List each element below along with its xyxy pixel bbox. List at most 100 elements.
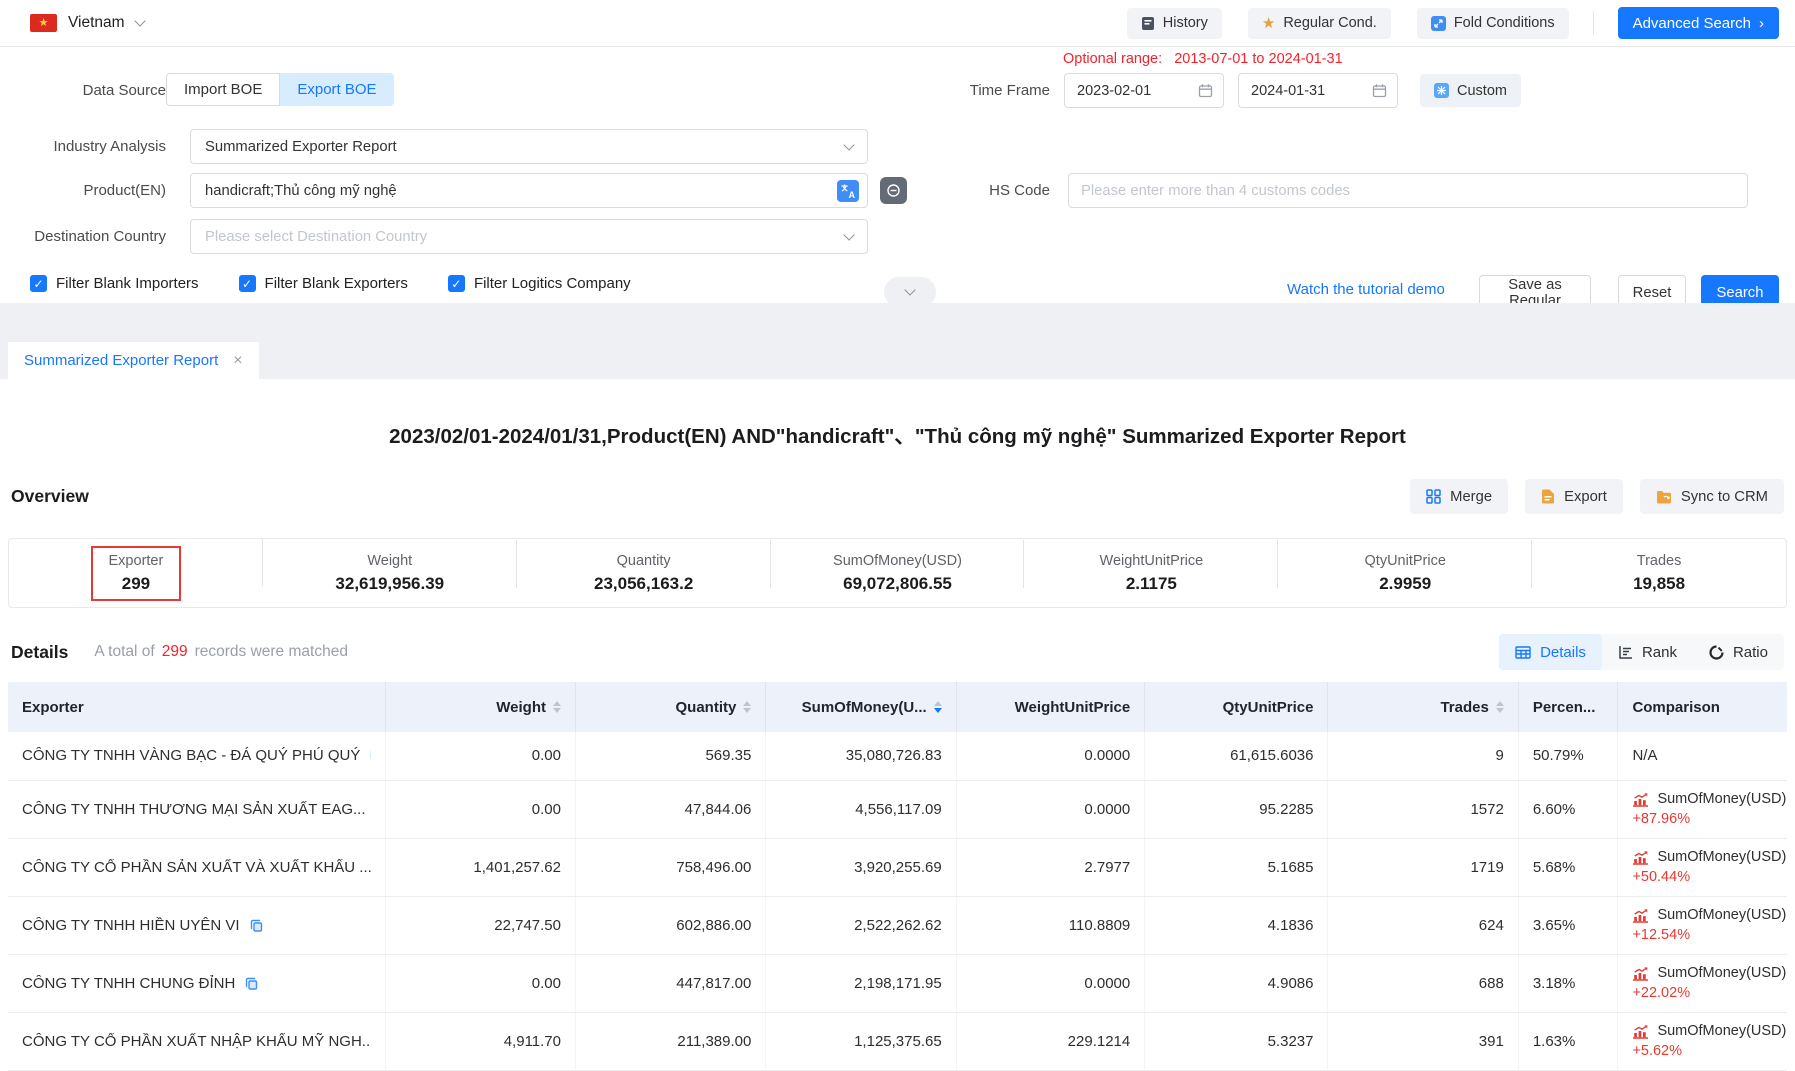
overview-heading: Overview: [11, 486, 89, 507]
date-from-input[interactable]: 2023-02-01: [1064, 73, 1224, 108]
close-icon[interactable]: ×: [233, 353, 242, 369]
checkbox-checked-icon[interactable]: ✓: [30, 275, 47, 292]
view-tab-details[interactable]: Details: [1499, 634, 1602, 670]
industry-analysis-select[interactable]: Summarized Exporter Report: [190, 129, 868, 164]
cell-weight-unit-price: 0.0000: [956, 732, 1145, 780]
topbar: ★ Vietnam History ★ Regular Cond. Fold C…: [0, 0, 1795, 47]
filter-checkbox[interactable]: ✓Filter Logitics Company: [448, 275, 631, 292]
ratio-view-icon: [1709, 645, 1724, 660]
sync-folder-icon: [1656, 490, 1672, 504]
exporter-name: CÔNG TY CỔ PHẦN SẢN XUẤT VÀ XUẤT KHẨU ..…: [22, 859, 371, 876]
column-header-quantity[interactable]: Quantity: [576, 682, 766, 732]
overview-stat: Exporter299: [9, 546, 263, 601]
optional-range-text: Optional range: 2013-07-01 to 2024-01-31: [1063, 51, 1343, 67]
cell-comparison: N/A: [1618, 732, 1787, 780]
filter-checkbox[interactable]: ✓Filter Blank Importers: [30, 275, 199, 292]
country-picker[interactable]: ★ Vietnam: [30, 14, 144, 32]
view-tab-ratio[interactable]: Ratio: [1693, 634, 1784, 670]
column-header-weight[interactable]: Weight: [385, 682, 575, 732]
regular-cond-button[interactable]: ★ Regular Cond.: [1248, 8, 1391, 39]
chevron-down-icon: [904, 284, 915, 295]
copy-icon[interactable]: [249, 918, 264, 933]
cell-comparison: SumOfMoney(USD)+5.62%: [1618, 1012, 1787, 1070]
export-boe-option[interactable]: Export BOE: [280, 73, 393, 106]
exporter-name: CÔNG TY TNHH VÀNG BẠC - ĐÁ QUÝ PHÚ QUÝ: [22, 747, 360, 764]
stat-value: 2.9959: [1365, 574, 1446, 594]
copy-icon[interactable]: [244, 976, 259, 991]
chevron-down-icon: [843, 139, 854, 150]
tutorial-link[interactable]: Watch the tutorial demo: [1287, 281, 1445, 298]
cell-weight-unit-price: 2.7977: [956, 838, 1145, 896]
comparison-metric: SumOfMoney(USD): [1657, 849, 1786, 865]
column-header-trades[interactable]: Trades: [1328, 682, 1518, 732]
column-header-comparison: Comparison: [1618, 682, 1787, 732]
exporter-name: CÔNG TY TNHH THƯƠNG MẠI SẢN XUẤT EAG...: [22, 801, 366, 818]
product-en-input[interactable]: [203, 182, 837, 200]
view-tab-rank[interactable]: Rank: [1602, 634, 1693, 670]
hs-code-input[interactable]: [1068, 173, 1748, 208]
exporter-name: CÔNG TY TNHH CHUNG ĐỈNH: [22, 975, 235, 992]
details-view-icon: [1515, 646, 1531, 659]
comparison-change: +5.62%: [1632, 1043, 1773, 1059]
cell-trades: 624: [1328, 896, 1518, 954]
fold-conditions-label: Fold Conditions: [1454, 15, 1555, 31]
view-switcher: DetailsRankRatio: [1499, 634, 1784, 670]
export-icon: [1541, 489, 1555, 504]
hs-code-label: HS Code: [872, 173, 1050, 208]
sort-carets[interactable]: [553, 701, 561, 713]
sort-carets[interactable]: [934, 701, 942, 713]
table-row: CÔNG TY TNHH CHUNG ĐỈNH0.00447,817.002,1…: [8, 954, 1787, 1012]
time-frame-label: Time Frame: [872, 73, 1050, 108]
records-matched-text: A total of299records were matched: [94, 643, 348, 661]
checkbox-checked-icon[interactable]: ✓: [448, 275, 465, 292]
cell-sum-of-money: 35,080,726.83: [766, 732, 956, 780]
column-header-sumofmoney-u[interactable]: SumOfMoney(U...: [766, 682, 956, 732]
product-en-label: Product(EN): [0, 173, 166, 208]
merge-button[interactable]: Merge: [1410, 479, 1508, 514]
filter-checkbox[interactable]: ✓Filter Blank Exporters: [239, 275, 408, 292]
tab-summarized-exporter-report[interactable]: Summarized Exporter Report ×: [8, 342, 259, 379]
cell-qty-unit-price: 95.2285: [1145, 780, 1328, 838]
advanced-search-button[interactable]: Advanced Search ›: [1618, 7, 1779, 39]
destination-placeholder: Please select Destination Country: [205, 229, 427, 245]
vietnam-flag-icon: ★: [30, 14, 57, 32]
cell-sum-of-money: 3,920,255.69: [766, 838, 956, 896]
overview-stat: QtyUnitPrice2.9959: [1278, 548, 1532, 599]
date-to-input[interactable]: 2024-01-31: [1238, 73, 1398, 108]
tab-strip: Summarized Exporter Report ×: [0, 303, 1795, 379]
stat-value: 69,072,806.55: [833, 574, 962, 594]
table-row: CÔNG TY TNHH HIỀN UYÊN VI22,747.50602,88…: [8, 896, 1787, 954]
cell-comparison: SumOfMoney(USD)+22.02%: [1618, 954, 1787, 1012]
cell-trades: 1719: [1328, 838, 1518, 896]
custom-range-button[interactable]: Custom: [1420, 74, 1521, 107]
cell-weight-unit-price: 0.0000: [956, 780, 1145, 838]
growth-chart-icon: [1632, 966, 1649, 981]
comparison-metric: SumOfMoney(USD): [1657, 907, 1786, 923]
cell-weight: 22,747.50: [385, 896, 575, 954]
overview-stat: Weight32,619,956.39: [263, 548, 517, 599]
cell-quantity: 211,389.00: [576, 1012, 766, 1070]
export-button[interactable]: Export: [1525, 479, 1623, 514]
cell-exporter: CÔNG TY TNHH THƯƠNG MẠI SẢN XUẤT EAG...: [8, 780, 385, 838]
country-name: Vietnam: [68, 14, 125, 32]
sort-carets[interactable]: [743, 701, 751, 713]
cell-percent: 1.63%: [1518, 1012, 1618, 1070]
checkbox-checked-icon[interactable]: ✓: [239, 275, 256, 292]
cell-sum-of-money: 1,125,375.65: [766, 1012, 956, 1070]
fold-conditions-button[interactable]: Fold Conditions: [1417, 8, 1569, 39]
cell-qty-unit-price: 5.3237: [1145, 1012, 1328, 1070]
destination-country-select[interactable]: Please select Destination Country: [190, 219, 868, 254]
import-boe-option[interactable]: Import BOE: [166, 73, 280, 106]
copy-icon[interactable]: [369, 748, 370, 763]
sync-to-crm-button[interactable]: Sync to CRM: [1640, 479, 1784, 514]
cell-trades: 688: [1328, 954, 1518, 1012]
stat-label: Exporter: [109, 553, 164, 569]
sort-carets[interactable]: [1496, 701, 1504, 713]
translate-icon[interactable]: A: [837, 180, 859, 202]
report-content: 2023/02/01-2024/01/31,Product(EN) AND"ha…: [0, 419, 1795, 1071]
history-button[interactable]: History: [1127, 8, 1222, 39]
stat-label: WeightUnitPrice: [1100, 553, 1204, 569]
fold-conditions-icon: [1431, 16, 1446, 31]
export-label: Export: [1564, 489, 1607, 505]
overview-stats-card: Exporter299Weight32,619,956.39Quantity23…: [8, 538, 1787, 608]
